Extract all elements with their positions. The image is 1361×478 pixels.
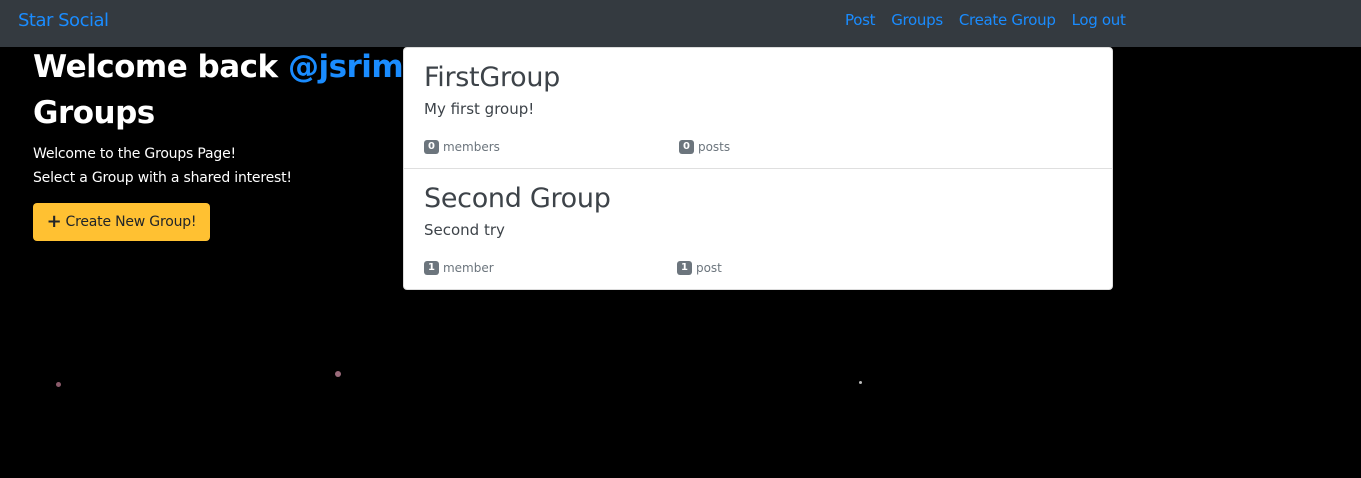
star-decoration [56, 382, 61, 387]
nav-link-groups[interactable]: Groups [891, 11, 943, 29]
create-new-group-button[interactable]: + Create New Group! [33, 203, 210, 241]
create-new-group-label: Create New Group! [65, 214, 197, 230]
group-description: Second try [424, 221, 505, 239]
nav-link-create-group[interactable]: Create Group [959, 11, 1056, 29]
star-decoration [335, 371, 341, 377]
navbar: Star Social Post Groups Create Group Log… [0, 0, 1361, 47]
group-members-stat: 1 member [424, 261, 494, 275]
group-members-stat: 0 members [424, 140, 500, 154]
post-label: posts [697, 140, 731, 154]
brand-link[interactable]: Star Social [18, 10, 109, 31]
intro-text: Welcome to the Groups Page! Select a Gro… [33, 142, 292, 190]
group-item-first-group[interactable]: FirstGroup My first group! 0 members 0 p… [404, 48, 1112, 169]
group-name: FirstGroup [424, 62, 561, 93]
member-label: members [442, 140, 500, 154]
member-count-badge: 1 [424, 261, 439, 275]
member-label: member [442, 261, 494, 275]
post-count-badge: 1 [677, 261, 692, 275]
nav-link-post[interactable]: Post [845, 11, 875, 29]
group-name: Second Group [424, 183, 611, 214]
page-title: Groups [33, 95, 155, 131]
group-posts-stat: 1 post [677, 261, 722, 275]
star-decoration [859, 381, 862, 384]
welcome-heading: Welcome back @jsrimr [33, 49, 419, 85]
post-count-badge: 0 [679, 140, 694, 154]
post-label: post [695, 261, 722, 275]
group-item-second-group[interactable]: Second Group Second try 1 member 1 post [404, 169, 1112, 289]
group-posts-stat: 0 posts [679, 140, 730, 154]
nav-link-log-out[interactable]: Log out [1072, 11, 1126, 29]
username-link[interactable]: @jsrimr [288, 49, 419, 85]
group-description: My first group! [424, 100, 535, 118]
plus-icon: + [46, 211, 62, 232]
intro-line-1: Welcome to the Groups Page! [33, 146, 236, 162]
member-count-badge: 0 [424, 140, 439, 154]
group-list: FirstGroup My first group! 0 members 0 p… [403, 47, 1113, 290]
nav-links: Post Groups Create Group Log out [845, 11, 1142, 29]
intro-line-2: Select a Group with a shared interest! [33, 170, 292, 186]
welcome-prefix: Welcome back [33, 49, 288, 85]
